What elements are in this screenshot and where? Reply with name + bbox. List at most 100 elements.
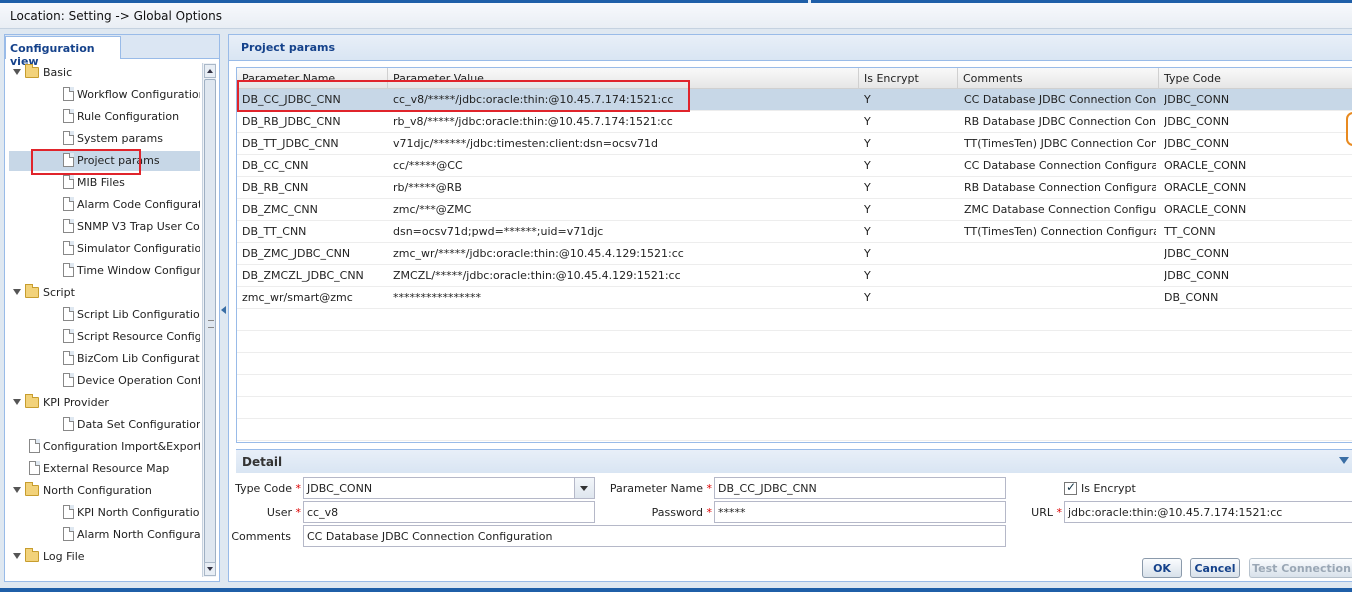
tree-item-label: System params <box>77 132 163 145</box>
floating-help-icon[interactable] <box>1346 112 1352 146</box>
tree-item[interactable]: Alarm Code Configuration <box>9 195 200 215</box>
test-connection-button[interactable]: Test Connection <box>1249 558 1352 578</box>
tab-configuration-view[interactable]: Configuration view <box>5 36 121 68</box>
tree-item[interactable]: North Configuration <box>9 481 200 501</box>
user-input[interactable]: cc_v8 <box>303 501 595 523</box>
type-code-combo[interactable]: JDBC_CONN <box>303 477 595 499</box>
tree-item[interactable]: Script <box>9 283 200 303</box>
comments-input[interactable]: CC Database JDBC Connection Configuratio… <box>303 525 1006 547</box>
cancel-button[interactable]: Cancel <box>1190 558 1240 578</box>
table-cell-comments: CC Database JDBC Connection Configur <box>964 93 1156 106</box>
parameter-name-input[interactable]: DB_CC_JDBC_CNN <box>714 477 1006 499</box>
comments-label: Comments <box>231 530 291 543</box>
tree-item-label: Workflow Configuration <box>77 88 200 101</box>
tree-item[interactable]: Log File <box>9 547 200 567</box>
table-cell-encrypt: Y <box>864 225 871 238</box>
bottom-accent-bar <box>0 588 1352 592</box>
tree-scrollbar[interactable] <box>202 63 216 577</box>
document-icon <box>63 109 74 123</box>
table-cell-type: ORACLE_CONN <box>1164 159 1247 172</box>
table-cell-encrypt: Y <box>864 93 871 106</box>
url-input[interactable]: jdbc:oracle:thin:@10.45.7.174:1521:cc <box>1064 501 1352 523</box>
table-cell-value: zmc/***@ZMC <box>393 203 472 216</box>
table-cell-type: DB_CONN <box>1164 291 1219 304</box>
tree-item[interactable]: Data Set Configuration <box>9 415 200 435</box>
table-row[interactable]: zmc_wr/smart@zmc **************** Y DB_CONN <box>237 287 1352 309</box>
document-icon <box>29 461 40 475</box>
ok-button[interactable]: OK <box>1142 558 1182 578</box>
tree-item[interactable]: Workflow Configuration <box>9 85 200 105</box>
table-cell-value: rb_v8/*****/jdbc:oracle:thin:@10.45.7.17… <box>393 115 673 128</box>
document-icon <box>63 307 74 321</box>
tree-item[interactable]: Rule Configuration <box>9 107 200 127</box>
tree-item-label: Log File <box>43 550 85 563</box>
tree-item[interactable]: System params <box>9 129 200 149</box>
document-icon <box>63 417 74 431</box>
expand-toggle-icon[interactable] <box>13 487 21 493</box>
tree-item[interactable]: Script Lib Configuration <box>9 305 200 325</box>
password-input[interactable]: ***** <box>714 501 1006 523</box>
col-header-comments[interactable]: Comments <box>958 68 1159 89</box>
table-cell-name: DB_TT_CNN <box>242 225 307 238</box>
scroll-down-icon[interactable] <box>204 562 216 576</box>
scroll-up-icon[interactable] <box>204 64 216 78</box>
collapse-left-panel-icon[interactable] <box>220 295 228 325</box>
tree-item[interactable]: Time Window Configuration <box>9 261 200 281</box>
tree-item[interactable]: Simulator Configuration <box>9 239 200 259</box>
table-row <box>237 331 1352 353</box>
chevron-down-icon[interactable] <box>574 478 594 498</box>
col-header-is-encrypt[interactable]: Is Encrypt <box>859 68 958 89</box>
expand-toggle-icon[interactable] <box>13 553 21 559</box>
table-row[interactable]: DB_RB_JDBC_CNN rb_v8/*****/jdbc:oracle:th… <box>237 111 1352 133</box>
table-cell-type: JDBC_CONN <box>1164 137 1230 150</box>
expand-toggle-icon[interactable] <box>13 289 21 295</box>
tree-item[interactable]: Device Operation Configurat <box>9 371 200 391</box>
document-icon <box>63 219 74 233</box>
table-row[interactable]: DB_CC_CNN cc/*****@CC Y CC Database Connect… <box>237 155 1352 177</box>
document-icon <box>63 241 74 255</box>
table-row[interactable]: DB_CC_JDBC_CNN cc_v8/*****/jdbc:oracle:th… <box>237 89 1352 111</box>
detail-header: Detail <box>236 449 1352 473</box>
tree-item[interactable]: Configuration Import&Export <box>9 437 200 457</box>
tree-item-label: Simulator Configuration <box>77 242 200 255</box>
tree-item[interactable]: Project params <box>9 151 200 171</box>
tree-item[interactable]: SNMP V3 Trap User Configur <box>9 217 200 237</box>
tree-item-label: Script <box>43 286 75 299</box>
tree-item-label: KPI North Configuration <box>77 506 200 519</box>
detail-title: Detail <box>242 455 283 469</box>
collapse-detail-icon[interactable] <box>1339 457 1349 464</box>
table-row[interactable]: DB_RB_CNN rb/*****@RB Y RB Database Connect… <box>237 177 1352 199</box>
expand-toggle-icon[interactable] <box>13 69 21 75</box>
tree-item[interactable]: Basic <box>9 63 200 83</box>
col-header-type-code[interactable]: Type Code <box>1159 68 1352 89</box>
tree-item-label: KPI Provider <box>43 396 109 409</box>
tree-item[interactable]: KPI North Configuration <box>9 503 200 523</box>
table-row[interactable]: DB_TT_JDBC_CNN v71djc/******/jdbc:timeste… <box>237 133 1352 155</box>
tree-item[interactable]: External Resource Map <box>9 459 200 479</box>
document-icon <box>29 439 40 453</box>
is-encrypt-checkbox[interactable] <box>1064 480 1077 495</box>
expand-toggle-icon[interactable] <box>13 399 21 405</box>
table-cell-type: JDBC_CONN <box>1164 115 1230 128</box>
table-row <box>237 397 1352 419</box>
col-header-parameter-name[interactable]: Parameter Name <box>237 68 388 89</box>
tree-item[interactable]: Script Resource Configuratio <box>9 327 200 347</box>
tree-item[interactable]: MIB Files <box>9 173 200 193</box>
table-cell-encrypt: Y <box>864 291 871 304</box>
left-tabbar: Configuration view <box>5 35 219 68</box>
tree-item[interactable]: BizCom Lib Configuration <box>9 349 200 369</box>
table-cell-comments: ZMC Database Connection Configuratio <box>964 203 1156 216</box>
table-row[interactable]: DB_ZMC_CNN zmc/***@ZMC Y ZMC Database Conne… <box>237 199 1352 221</box>
table-row[interactable]: DB_ZMCZL_JDBC_CNN ZMCZL/*****/jdbc:oracle… <box>237 265 1352 287</box>
tree-item[interactable]: KPI Provider <box>9 393 200 413</box>
document-icon <box>63 351 74 365</box>
table-cell-value: v71djc/******/jdbc:timesten:client:dsn=o… <box>393 137 658 150</box>
tree-item[interactable]: Alarm North Configuration <box>9 525 200 545</box>
table-row[interactable]: DB_TT_CNN dsn=ocsv71d;pwd=******;uid=v71d… <box>237 221 1352 243</box>
document-icon <box>63 373 74 387</box>
col-header-parameter-value[interactable]: Parameter Value <box>388 68 859 89</box>
tree-item-label: MIB Files <box>77 176 125 189</box>
table-row[interactable]: DB_ZMC_JDBC_CNN zmc_wr/*****/jdbc:oracle:… <box>237 243 1352 265</box>
scroll-thumb[interactable] <box>204 79 216 567</box>
password-label: Password * <box>651 506 712 519</box>
